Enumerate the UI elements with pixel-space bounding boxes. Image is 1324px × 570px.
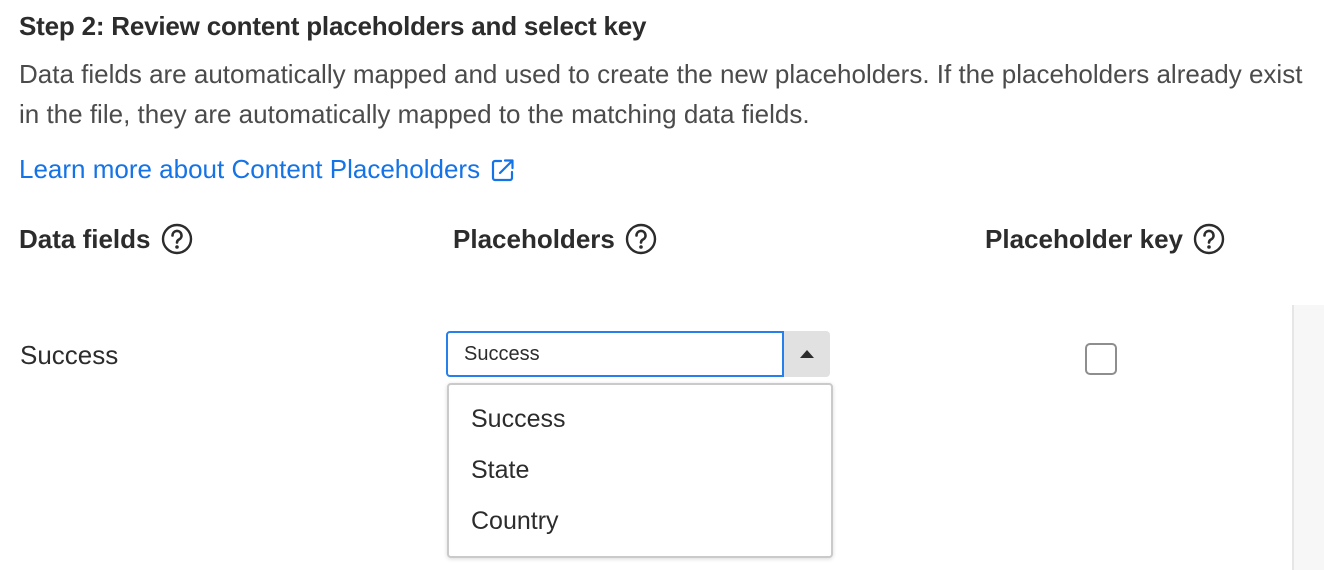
data-field-label: Success bbox=[20, 340, 119, 370]
arrow-up-icon bbox=[800, 350, 814, 358]
column-header-placeholders: Placeholders bbox=[453, 223, 657, 255]
scrollbar-track[interactable] bbox=[1292, 305, 1324, 570]
dropdown-option[interactable]: State bbox=[471, 456, 529, 485]
placeholder-select[interactable]: Success bbox=[446, 331, 830, 377]
help-icon[interactable] bbox=[625, 223, 657, 255]
column-header-placeholder-key-label: Placeholder key bbox=[985, 223, 1183, 254]
help-icon[interactable] bbox=[161, 223, 193, 255]
content-placeholders-step: Step 2: Review content placeholders and … bbox=[0, 0, 1324, 570]
step-description: Data fields are automatically mapped and… bbox=[19, 59, 1303, 129]
column-header-data-fields-label: Data fields bbox=[19, 223, 151, 254]
placeholder-select-input[interactable]: Success bbox=[446, 331, 785, 377]
column-header-placeholders-label: Placeholders bbox=[453, 223, 615, 254]
dropdown-option[interactable]: Country bbox=[471, 507, 559, 536]
external-link-icon bbox=[490, 157, 516, 183]
column-header-data-fields: Data fields bbox=[19, 223, 193, 255]
dropdown-option[interactable]: Success bbox=[471, 405, 565, 434]
column-header-placeholder-key: Placeholder key bbox=[985, 223, 1225, 255]
help-icon[interactable] bbox=[1193, 223, 1225, 255]
step-title: Step 2: Review content placeholders and … bbox=[19, 11, 647, 41]
placeholder-select-toggle[interactable] bbox=[784, 331, 830, 377]
placeholder-key-checkbox[interactable] bbox=[1085, 343, 1117, 375]
learn-more-label: Learn more about Content Placeholders bbox=[19, 154, 481, 184]
learn-more-link[interactable]: Learn more about Content Placeholders bbox=[19, 154, 516, 185]
placeholder-dropdown-menu: Success State Country bbox=[447, 383, 833, 558]
